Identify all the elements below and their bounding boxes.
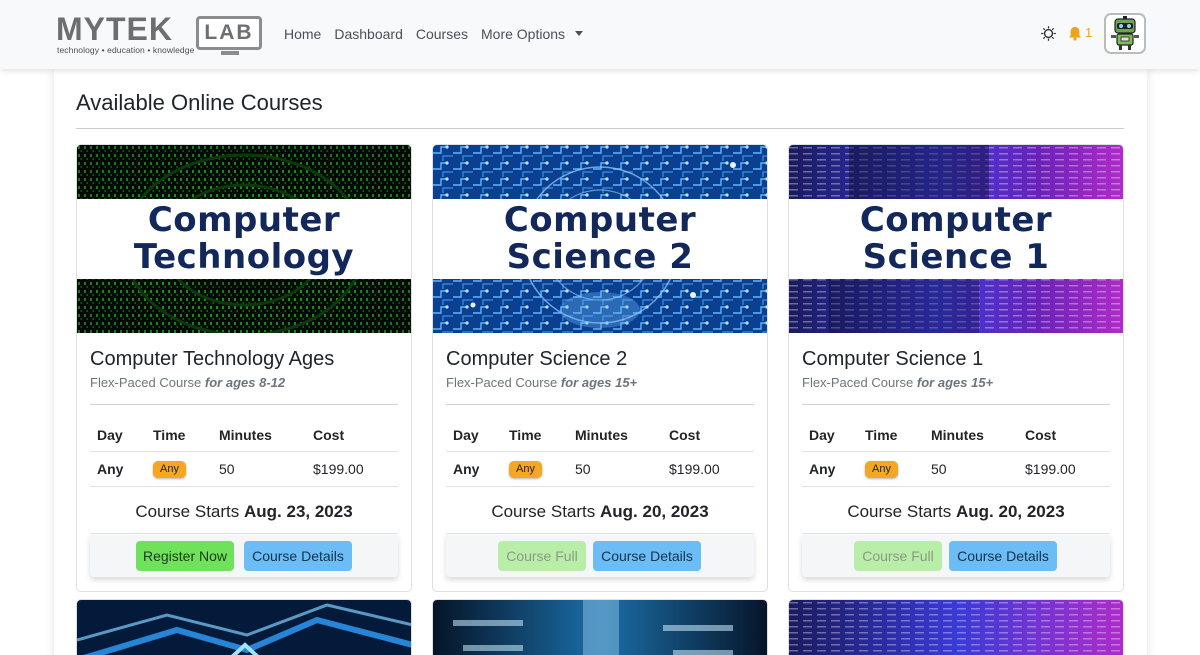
cell-cost: $199.00 [669, 461, 720, 477]
col-header-day: Day [809, 427, 835, 443]
course-banner-image [789, 600, 1123, 655]
cell-day: Any [453, 461, 480, 477]
robot-avatar-icon [1111, 16, 1139, 50]
notification-count[interactable]: 1 [1085, 25, 1092, 41]
brand-logo[interactable]: MYTEK LAB technology • education • knowl… [56, 11, 264, 58]
avatar[interactable] [1104, 13, 1146, 54]
courses-container: Available Online Courses Computer Techno… [54, 69, 1147, 655]
col-header-time: Time [153, 427, 186, 443]
cell-day: Any [97, 461, 124, 477]
time-badge: Any [865, 461, 898, 478]
cell-minutes: 50 [931, 461, 947, 477]
course-card-partial[interactable] [432, 599, 768, 655]
course-banner-image [77, 600, 411, 655]
card-footer: Course Full Course Details [802, 535, 1110, 577]
nav-courses[interactable]: Courses [416, 24, 468, 44]
course-card-partial[interactable] [76, 599, 412, 655]
course-full-button[interactable]: Course Full [498, 541, 586, 571]
register-now-button[interactable]: Register Now [136, 541, 234, 571]
page-title: Available Online Courses [76, 90, 323, 115]
time-badge: Any [509, 461, 542, 478]
course-title: Computer Science 2 [446, 348, 628, 370]
card-footer: Course Full Course Details [446, 535, 754, 577]
banner-title: Computer Science 2 [503, 200, 697, 277]
logo-lab-box: LAB [196, 16, 262, 55]
course-banner-image: Computer Science 1 [789, 145, 1123, 333]
time-badge: Any [153, 461, 186, 478]
course-card-computer-technology: Computer Technology Computer Technology … [76, 144, 412, 592]
course-start-date: Course Starts Aug. 20, 2023 [847, 502, 1065, 521]
course-title: Computer Technology Ages [90, 348, 335, 370]
bell-icon[interactable] [1068, 26, 1082, 41]
course-banner-image [433, 600, 767, 655]
col-header-cost: Cost [313, 427, 345, 443]
course-subtitle: Flex-Paced Course for ages 15+ [446, 375, 638, 390]
cell-cost: $199.00 [1025, 461, 1076, 477]
banner-title: Computer Science 1 [859, 200, 1053, 277]
title-divider [76, 128, 1124, 129]
caret-down-icon [575, 30, 584, 36]
banner-title: Computer Technology [133, 200, 355, 277]
course-subtitle: Flex-Paced Course for ages 8-12 [90, 375, 286, 390]
col-header-cost: Cost [1025, 427, 1057, 443]
nav-home[interactable]: Home [284, 24, 321, 44]
course-details-button[interactable]: Course Details [949, 541, 1057, 571]
col-header-minutes: Minutes [575, 427, 628, 443]
course-card-partial[interactable] [788, 599, 1124, 655]
cell-minutes: 50 [219, 461, 235, 477]
course-title: Computer Science 1 [802, 348, 984, 370]
nav-dashboard[interactable]: Dashboard [334, 24, 403, 44]
col-header-cost: Cost [669, 427, 701, 443]
cell-day: Any [809, 461, 836, 477]
cell-cost: $199.00 [313, 461, 364, 477]
course-subtitle: Flex-Paced Course for ages 15+ [802, 375, 994, 390]
course-card-computer-science-2: Computer Science 2 Computer Science 2 Fl… [432, 144, 768, 592]
navbar: MYTEK LAB technology • education • knowl… [0, 0, 1200, 69]
col-header-time: Time [509, 427, 542, 443]
course-banner-image: Computer Technology [77, 145, 411, 333]
card-footer: Register Now Course Details [90, 535, 398, 577]
logo-tagline: technology • education • knowledge [57, 45, 195, 55]
course-start-date: Course Starts Aug. 23, 2023 [135, 502, 353, 521]
col-header-time: Time [865, 427, 898, 443]
course-card-computer-science-1: Computer Science 1 Computer Science 1 Fl… [788, 144, 1124, 592]
course-details-button[interactable]: Course Details [244, 541, 352, 571]
main-nav: Home Dashboard Courses More Options [284, 24, 596, 44]
theme-sun-icon[interactable] [1041, 26, 1056, 41]
col-header-minutes: Minutes [931, 427, 984, 443]
course-banner-image: Computer Science 2 [433, 145, 767, 333]
col-header-day: Day [97, 427, 123, 443]
logo-wordmark: MYTEK [56, 11, 173, 47]
cell-minutes: 50 [575, 461, 591, 477]
course-details-button[interactable]: Course Details [593, 541, 701, 571]
col-header-minutes: Minutes [219, 427, 272, 443]
nav-more-options[interactable]: More Options [481, 24, 584, 44]
course-start-date: Course Starts Aug. 20, 2023 [491, 502, 709, 521]
course-full-button[interactable]: Course Full [854, 541, 942, 571]
col-header-day: Day [453, 427, 479, 443]
